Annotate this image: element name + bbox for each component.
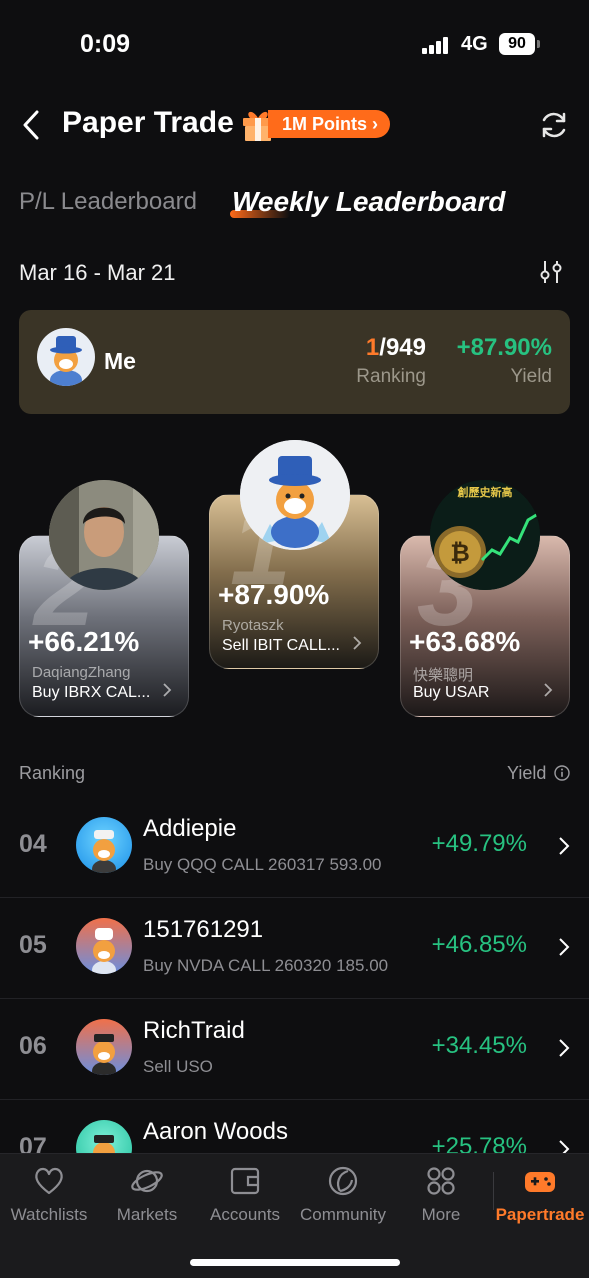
nav-label: Community [300,1205,386,1224]
chevron-right-icon [559,1039,570,1057]
yield-label: Yield [510,366,552,387]
signal-icon [422,37,450,54]
yield-column-header: Yield [507,763,547,783]
nav-label: Papertrade [495,1205,585,1224]
points-badge[interactable]: 1M Points › [268,110,391,138]
row-yield: +49.79% [431,830,527,857]
nav-more[interactable]: More [392,1164,490,1225]
planet-icon [131,1169,163,1193]
podium-username: DaqiangZhang [32,664,131,681]
list-item[interactable]: 06 RichTraid Sell USO +34.45% [0,999,589,1100]
gamepad-icon [525,1172,555,1192]
filter-icon[interactable] [538,258,564,286]
list-item[interactable]: 04 Addiepie Buy QQQ CALL 260317 593.00 +… [0,797,589,898]
chevron-right-icon [559,837,570,855]
chevron-right-icon [559,938,570,956]
row-rank: 05 [19,931,47,959]
nav-watchlists[interactable]: Watchlists [0,1164,98,1225]
nav-markets[interactable]: Markets [98,1164,196,1225]
row-yield: +34.45% [431,1032,527,1059]
my-rank: 1/949 [349,334,426,362]
nav-papertrade[interactable]: Papertrade [491,1164,589,1225]
avatar [76,817,132,873]
row-rank: 04 [19,830,47,858]
ranking-label: Ranking [356,366,426,387]
podium-trade: Sell IBIT CALL... [222,637,340,654]
battery-icon: 90 [499,33,535,55]
tab-pl-leaderboard[interactable]: P/L Leaderboard [19,188,197,216]
nav-label: Watchlists [10,1205,88,1224]
nav-accounts[interactable]: Accounts [196,1164,294,1225]
back-icon[interactable] [18,108,48,142]
podium-username: 快樂聰明 [413,667,474,684]
avatar [37,328,95,386]
ranking-column-header: Ranking [19,763,86,783]
page-title: Paper Trade [62,106,234,139]
network-type: 4G [461,33,488,55]
status-bar: 0:09 4G 90 [0,0,589,90]
chevron-right-icon [163,683,172,697]
home-indicator [190,1259,400,1266]
avatar [49,480,159,590]
tab-weekly-leaderboard[interactable]: Weekly Leaderboard [232,186,505,218]
grid-icon [427,1167,455,1195]
row-username: Addiepie [143,815,237,842]
avatar [76,918,132,974]
chevron-right-icon [544,683,553,697]
info-icon[interactable] [554,765,570,781]
podium-yield: +66.21% [28,626,140,657]
row-trade: Sell USO [143,1057,213,1076]
date-range: Mar 16 - Mar 21 [19,260,176,285]
refresh-icon[interactable] [538,109,570,141]
podium-trade: Buy USAR [413,684,490,701]
avatar [240,440,350,550]
nav-label: More [421,1205,461,1224]
podium-yield: +63.68% [409,626,521,657]
nav-community[interactable]: Community [294,1164,392,1225]
my-rank-number: 1 [365,334,380,361]
podium-username: Ryotaszk [222,617,284,634]
my-yield: +87.90% [456,334,552,361]
status-time: 0:09 [80,30,131,58]
row-username: Aaron Woods [143,1118,288,1145]
my-ranking-card[interactable]: Me 1/949 Ranking +87.90% Yield [19,310,570,414]
list-item[interactable]: 05 151761291 Buy NVDA CALL 260320 185.00… [0,898,589,999]
podium-yield: +87.90% [218,579,330,610]
avatar-caption: 創歷史新高 [457,485,513,499]
chevron-right-icon [353,636,362,650]
avatar [76,1019,132,1075]
heart-icon [35,1167,63,1195]
podium-trade: Buy IBRX CAL... [32,684,151,701]
row-trade: Buy QQQ CALL 260317 593.00 [143,855,382,874]
row-username: 151761291 [143,916,264,943]
community-icon [328,1166,358,1196]
row-yield: +46.85% [431,931,527,958]
nav-label: Markets [116,1205,178,1224]
nav-label: Accounts [210,1205,280,1224]
wallet-icon [230,1167,260,1195]
row-username: RichTraid [143,1017,245,1044]
avatar: 創歷史新高 ₿ [430,480,540,590]
battery-tip [537,40,540,48]
rank-total: /949 [379,334,426,361]
row-trade: Buy NVDA CALL 260320 185.00 [143,956,389,975]
row-rank: 06 [19,1032,47,1060]
svg-text:₿: ₿ [450,539,470,567]
my-name: Me [104,348,136,374]
